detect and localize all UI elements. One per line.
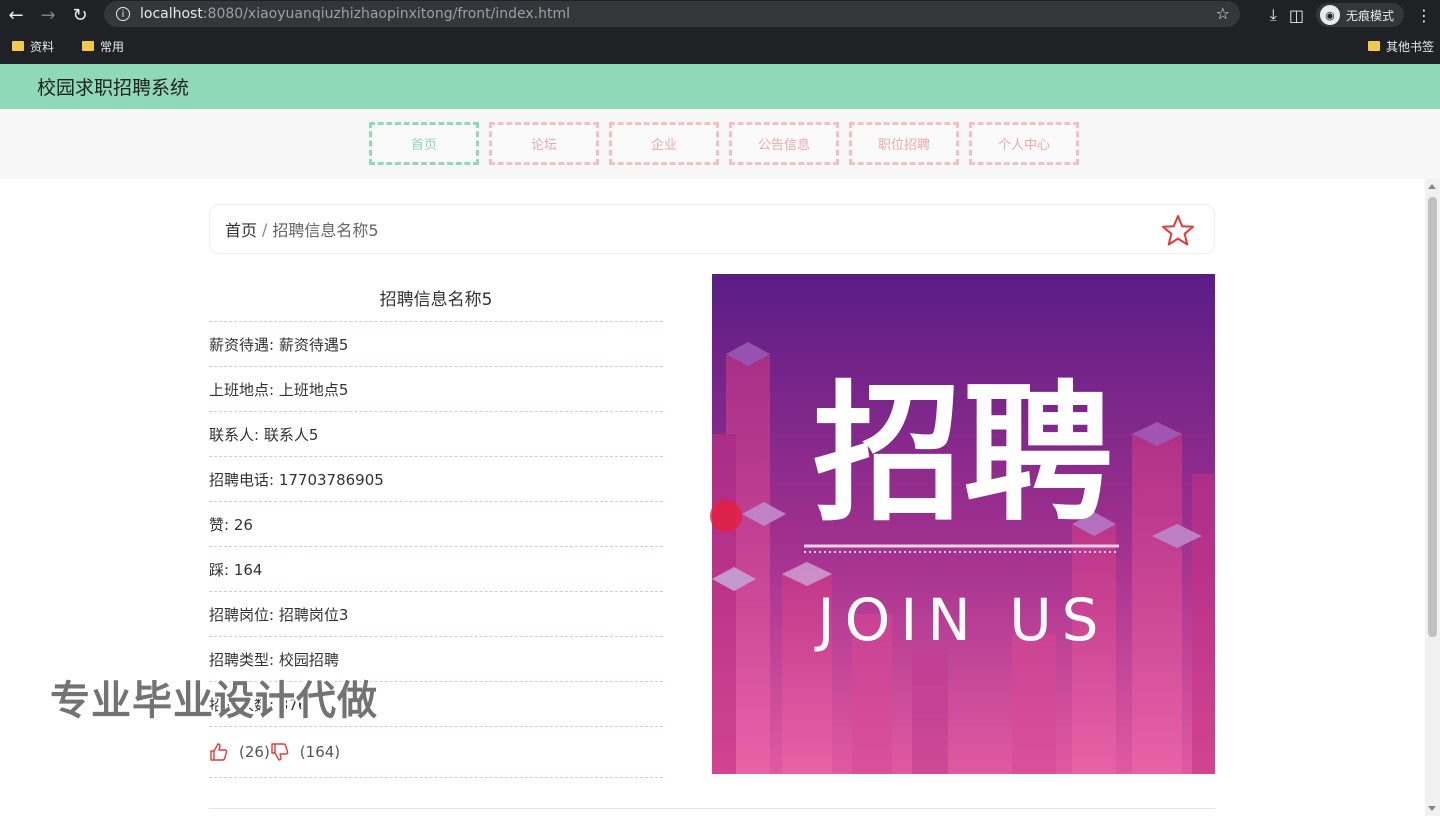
nav-item-jobs[interactable]: 职位招聘 bbox=[849, 122, 959, 165]
poster-headline: 招聘 bbox=[813, 368, 1113, 542]
incognito-icon: ◉ bbox=[1319, 5, 1340, 25]
field-phone: 招聘电话: 17703786905 bbox=[209, 457, 663, 502]
vote-row: (26) (164) bbox=[209, 727, 663, 778]
scroll-down-icon[interactable] bbox=[1428, 806, 1436, 811]
breadcrumb: 首页 / 招聘信息名称5 bbox=[209, 204, 1215, 254]
job-poster-image: 招聘 JOIN US bbox=[712, 274, 1215, 774]
thumbs-up-icon[interactable] bbox=[209, 742, 229, 762]
browser-chrome: ← → ↻ i localhost:8080/xiaoyuanqiuzhizha… bbox=[0, 0, 1440, 64]
incognito-label: 无痕模式 bbox=[1345, 8, 1394, 23]
breadcrumb-current: 招聘信息名称5 bbox=[272, 221, 379, 240]
incognito-badge[interactable]: ◉ 无痕模式 bbox=[1315, 3, 1404, 27]
browser-right-tools: ⤓ ◫ ◉ 无痕模式 ⋮ bbox=[1270, 2, 1432, 28]
breadcrumb-home-link[interactable]: 首页 bbox=[225, 217, 257, 241]
site-info-icon[interactable]: i bbox=[116, 7, 130, 21]
nav-item-profile[interactable]: 个人中心 bbox=[969, 122, 1079, 165]
bookmark-folder-ziliao[interactable]: 资料 bbox=[12, 38, 54, 55]
reload-icon[interactable]: ↻ bbox=[64, 2, 96, 28]
main-nav: 首页 论坛 企业 公告信息 职位招聘 个人中心 bbox=[0, 109, 1440, 179]
url-host: localhost bbox=[140, 6, 203, 22]
nav-item-announcements[interactable]: 公告信息 bbox=[729, 122, 839, 165]
bookmarks-bar: 资料 常用 其他书签 bbox=[0, 34, 1440, 58]
job-title: 招聘信息名称5 bbox=[209, 274, 663, 322]
field-dislikes: 踩: 164 bbox=[209, 547, 663, 592]
address-bar[interactable]: i localhost:8080/xiaoyuanqiuzhizhaopinxi… bbox=[104, 1, 1240, 27]
nav-item-company[interactable]: 企业 bbox=[609, 122, 719, 165]
field-location: 上班地点: 上班地点5 bbox=[209, 367, 663, 412]
field-position: 招聘岗位: 招聘岗位3 bbox=[209, 592, 663, 637]
favorite-star-icon[interactable] bbox=[1160, 213, 1196, 249]
thumbs-down-icon[interactable] bbox=[270, 742, 290, 762]
bookmark-folder-changyong[interactable]: 常用 bbox=[82, 38, 124, 55]
likes-count: (26) bbox=[239, 743, 270, 761]
watermark-text: 专业毕业设计代做 bbox=[50, 678, 378, 724]
field-salary: 薪资待遇: 薪资待遇5 bbox=[209, 322, 663, 367]
page-scrollbar[interactable] bbox=[1425, 179, 1440, 816]
site-header: 校园求职招聘系统 bbox=[0, 64, 1440, 109]
scrollbar-thumb[interactable] bbox=[1428, 197, 1437, 637]
cursor-highlight bbox=[710, 500, 742, 532]
folder-icon bbox=[82, 41, 95, 51]
back-icon[interactable]: ← bbox=[0, 2, 32, 28]
folder-icon bbox=[1367, 41, 1380, 51]
scroll-up-icon[interactable] bbox=[1428, 184, 1436, 189]
menu-kebab-icon[interactable]: ⋮ bbox=[1416, 6, 1432, 25]
nav-item-forum[interactable]: 论坛 bbox=[489, 122, 599, 165]
poster-subline: JOIN US bbox=[815, 586, 1109, 654]
field-contact: 联系人: 联系人5 bbox=[209, 412, 663, 457]
forward-icon[interactable]: → bbox=[32, 2, 64, 28]
url-path: :8080/xiaoyuanqiuzhizhaopinxitong/front/… bbox=[202, 6, 570, 22]
poster-artwork: 招聘 JOIN US bbox=[712, 274, 1215, 774]
field-likes: 赞: 26 bbox=[209, 502, 663, 547]
dislikes-count: (164) bbox=[299, 743, 341, 761]
bookmark-folder-other[interactable]: 其他书签 bbox=[1367, 38, 1434, 55]
breadcrumb-separator: / bbox=[262, 219, 268, 239]
nav-item-home[interactable]: 首页 bbox=[369, 122, 479, 165]
bookmark-star-icon[interactable]: ☆ bbox=[1216, 4, 1230, 23]
divider bbox=[209, 808, 1215, 809]
site-title: 校园求职招聘系统 bbox=[37, 77, 190, 99]
folder-icon bbox=[12, 41, 24, 51]
download-icon[interactable]: ⤓ bbox=[1270, 5, 1277, 25]
side-panel-icon[interactable]: ◫ bbox=[1289, 6, 1304, 25]
